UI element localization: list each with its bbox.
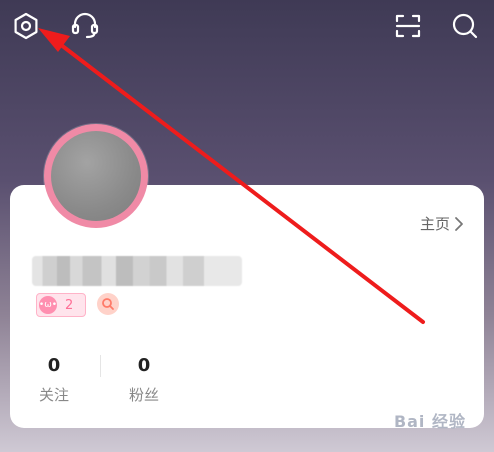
level-badge[interactable]: •ω• 2 (36, 293, 86, 317)
achievement-badge-icon[interactable] (97, 293, 119, 315)
homepage-label: 主页 (419, 215, 450, 233)
following-label: 关注 (38, 386, 69, 404)
settings-icon[interactable] (8, 8, 44, 44)
level-number: 2 (65, 297, 74, 313)
following-count: 0 (47, 355, 61, 376)
followers-count: 0 (137, 355, 151, 376)
chevron-right-icon (455, 216, 463, 231)
headset-icon[interactable] (67, 8, 103, 44)
username-blurred (32, 256, 242, 286)
level-face-icon: •ω• (39, 296, 57, 314)
watermark: Bai 经验 (393, 412, 466, 431)
homepage-link[interactable]: 主页 (420, 213, 464, 234)
avatar-image (51, 131, 141, 221)
followers-stat[interactable]: 0 粉丝 (114, 355, 174, 405)
following-stat[interactable]: 0 关注 (24, 355, 84, 405)
search-icon[interactable] (447, 8, 483, 44)
followers-label: 粉丝 (128, 386, 159, 404)
avatar[interactable] (44, 124, 148, 228)
scan-icon[interactable] (390, 8, 426, 44)
stat-divider (100, 355, 101, 377)
